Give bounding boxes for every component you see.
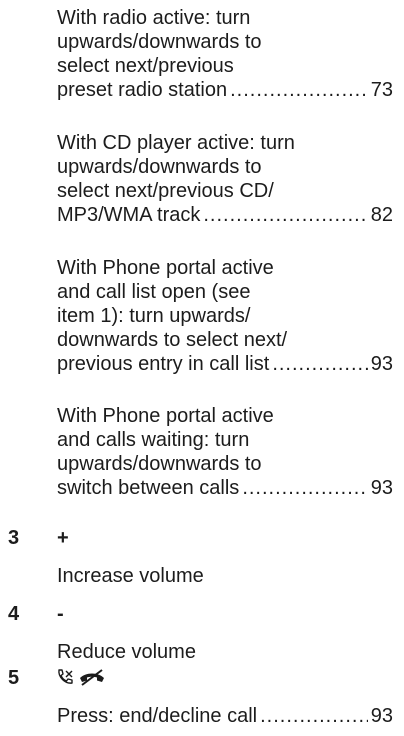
minus-symbol: - (57, 603, 64, 625)
leader-dots: ........................................… (272, 353, 368, 375)
entry-line: downwards to select next/ (57, 329, 288, 351)
page-number: 82 (370, 204, 393, 226)
item-number: 4 (8, 603, 20, 625)
reference-text: switch between calls (57, 477, 240, 499)
page-number: 93 (370, 477, 393, 499)
phone-hangup-icon (80, 669, 104, 686)
entry-phone-call-list: With Phone portal active and call list o… (57, 256, 393, 376)
phone-cross-icon (58, 669, 73, 684)
entry-line: With Phone portal active (57, 405, 274, 427)
leader-dots: ........................................… (203, 204, 368, 226)
entry-line: With Phone portal active (57, 257, 274, 279)
entry-line: and calls waiting: turn (57, 429, 250, 451)
item-number: 5 (8, 667, 20, 689)
entry-radio: With radio active: turn upwards/downward… (57, 6, 393, 102)
reference-text: Press: end/decline call (57, 705, 258, 727)
page-reference: switch between calls ...................… (57, 476, 393, 500)
page-reference: Press: end/decline call ................… (57, 704, 393, 728)
leader-dots: ........................................… (242, 477, 368, 499)
entry-line: and call list open (see (57, 281, 251, 303)
entry-cd-player: With CD player active: turn upwards/down… (57, 131, 393, 227)
entry-line: select next/previous (57, 55, 234, 77)
page-reference: MP3/WMA track ..........................… (57, 203, 393, 227)
entry-line: item 1): turn upwards/ (57, 305, 251, 327)
leader-dots: ........................................… (230, 79, 368, 101)
entry-line: upwards/downwards to (57, 156, 262, 178)
page-number: 73 (370, 79, 393, 101)
reference-text: previous entry in call list (57, 353, 270, 375)
entry-line: With CD player active: turn (57, 132, 295, 154)
leader-dots: ........................................… (260, 705, 368, 727)
item-description: Increase volume (57, 565, 204, 587)
item-description: Reduce volume (57, 641, 196, 663)
page-number: 93 (370, 353, 393, 375)
entry-line: upwards/downwards to (57, 453, 262, 475)
item-number: 3 (8, 527, 20, 549)
call-end-icons (56, 668, 106, 686)
page-reference: preset radio station ...................… (57, 78, 393, 102)
entry-line: select next/previous CD/ (57, 180, 274, 202)
entry-line: With radio active: turn (57, 7, 251, 29)
reference-text: preset radio station (57, 79, 228, 101)
entry-line: upwards/downwards to (57, 31, 262, 53)
page-reference: previous entry in call list ............… (57, 352, 393, 376)
entry-phone-calls-waiting: With Phone portal active and calls waiti… (57, 404, 393, 500)
entry-end-call: Press: end/decline call ................… (57, 704, 393, 728)
manual-page: With radio active: turn upwards/downward… (0, 0, 404, 736)
plus-symbol: + (57, 527, 69, 549)
page-number: 93 (370, 705, 393, 727)
reference-text: MP3/WMA track (57, 204, 201, 226)
